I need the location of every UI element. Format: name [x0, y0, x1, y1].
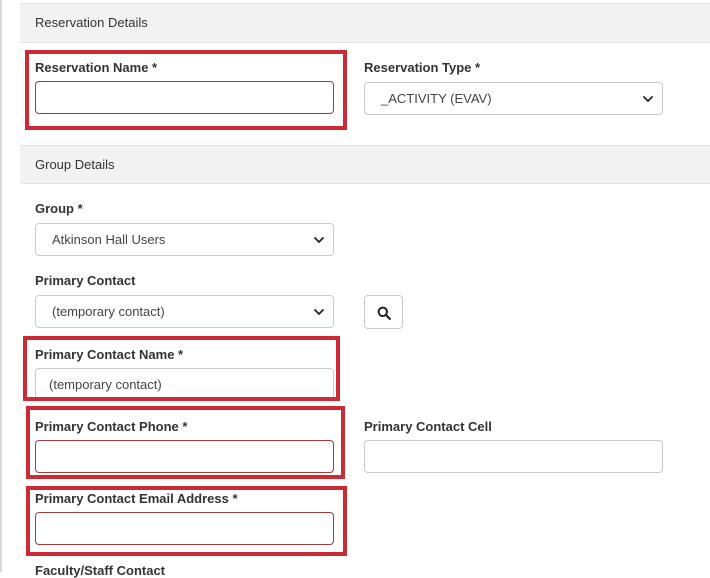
section-header-group-details: Group Details — [20, 145, 710, 184]
section-title: Group Details — [35, 157, 115, 172]
primary-contact-name-label: Primary Contact Name * — [35, 347, 184, 362]
primary-contact-phone-label: Primary Contact Phone * — [35, 419, 188, 434]
primary-contact-email-input[interactable] — [35, 512, 334, 545]
group-value: Atkinson Hall Users — [52, 232, 166, 247]
primary-contact-cell-input[interactable] — [364, 440, 663, 473]
primary-contact-value: (temporary contact) — [52, 304, 165, 319]
primary-contact-select[interactable]: (temporary contact) — [35, 295, 334, 328]
section-header-reservation-details: Reservation Details — [20, 3, 710, 43]
reservation-name-input[interactable] — [35, 81, 334, 114]
reservation-name-label: Reservation Name * — [35, 60, 158, 75]
chevron-down-icon — [314, 237, 324, 243]
faculty-staff-contact-label: Faculty/Staff Contact — [35, 563, 166, 578]
reservation-type-select[interactable]: _ACTIVITY (EVAV) — [364, 82, 663, 115]
group-label: Group * — [35, 201, 83, 216]
primary-contact-cell-label: Primary Contact Cell — [364, 419, 492, 434]
primary-contact-name-input[interactable] — [35, 368, 334, 401]
primary-contact-phone-input[interactable] — [35, 440, 334, 473]
chevron-down-icon — [314, 309, 324, 315]
chevron-down-icon — [643, 96, 653, 102]
primary-contact-label: Primary Contact — [35, 273, 136, 288]
search-icon — [377, 306, 391, 320]
page-left-border — [0, 0, 2, 572]
reservation-type-value: _ACTIVITY (EVAV) — [381, 91, 492, 106]
group-select[interactable]: Atkinson Hall Users — [35, 223, 334, 256]
primary-contact-email-label: Primary Contact Email Address * — [35, 491, 238, 506]
reservation-type-label: Reservation Type * — [364, 60, 481, 75]
section-title: Reservation Details — [35, 15, 148, 30]
primary-contact-search-button[interactable] — [364, 295, 403, 329]
